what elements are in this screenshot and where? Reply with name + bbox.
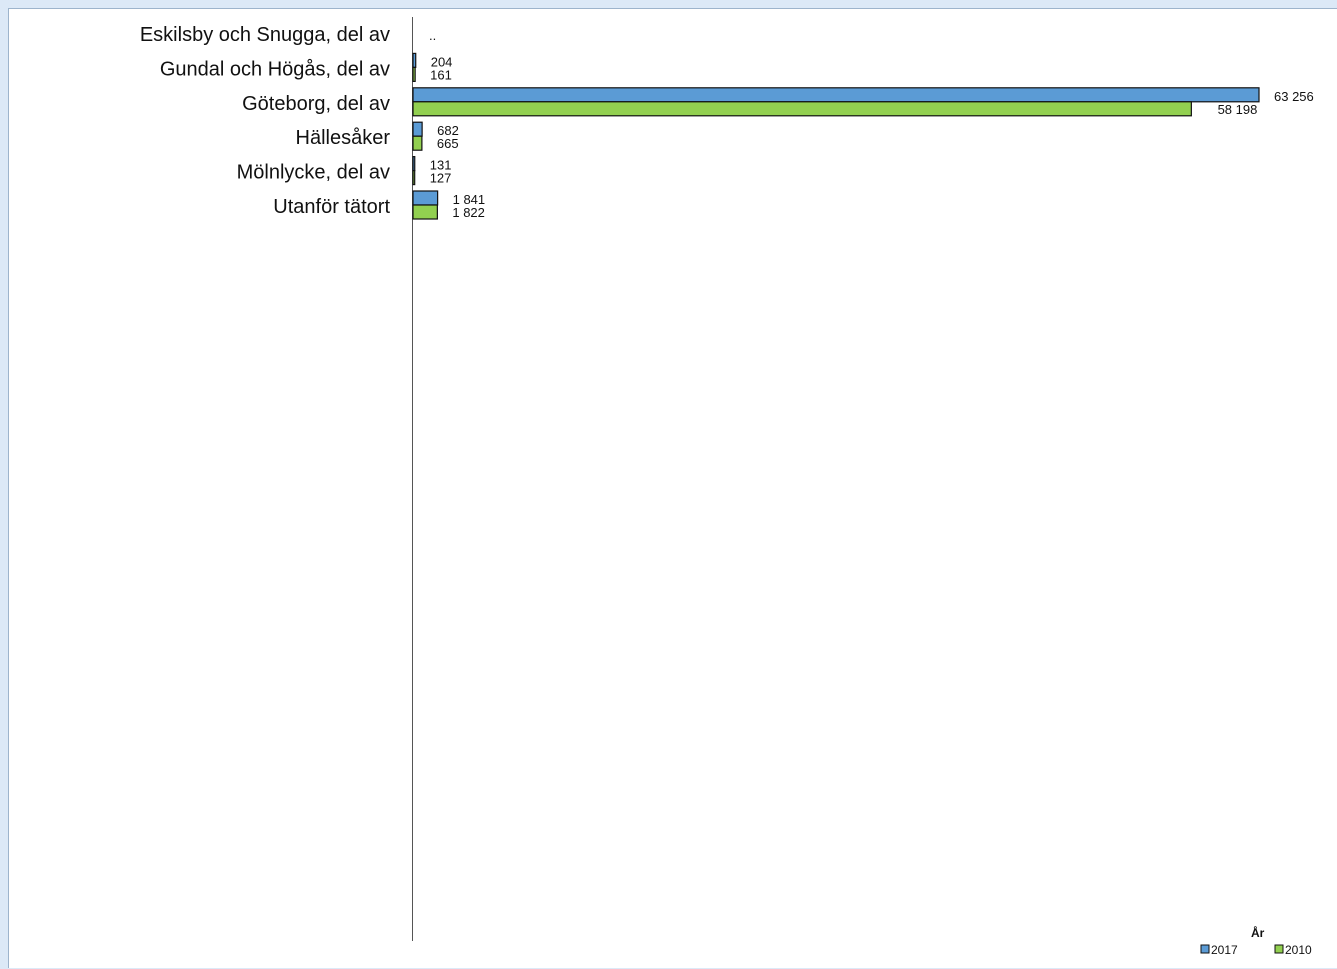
- data-label-2010: 58 198: [1218, 102, 1258, 117]
- legend-swatch-2010: [1274, 944, 1284, 954]
- bar-2017: [412, 52, 417, 69]
- bar-2010: [412, 101, 1192, 117]
- bars-layer: Eskilsby och Snugga, del av .. Gundal och …: [140, 24, 1314, 220]
- category-label: Utanför tätort: [273, 196, 390, 218]
- data-label-2010: 665: [437, 136, 459, 151]
- category-label: Eskilsby och Snugga, del av: [140, 24, 390, 46]
- bar-2017: [412, 121, 423, 137]
- category-label: Mölnlycke, del av: [237, 162, 390, 184]
- legend-label-2017: 2017: [1211, 943, 1238, 957]
- legend-title: År: [1251, 925, 1265, 940]
- bar-chart: Eskilsby och Snugga, del av .. Gundal och …: [140, 17, 1314, 957]
- data-label-2010: 127: [430, 171, 452, 186]
- data-label-2017: ..: [429, 28, 436, 43]
- bar-2010: [412, 66, 416, 83]
- bar-2010: [412, 204, 438, 220]
- legend-swatch-2017: [1200, 944, 1210, 954]
- bar-2017: [412, 87, 1260, 103]
- data-label-2010: 1 822: [452, 205, 485, 220]
- bar-2010: [412, 135, 423, 151]
- chart-frame: Eskilsby och Snugga, del av.. Gundal och …: [8, 8, 1337, 968]
- category-label: Göteborg, del av: [242, 93, 390, 115]
- legend-items: 2017 2010: [1200, 943, 1312, 957]
- category-label: Gundal och Högås, del av: [160, 58, 390, 80]
- legend: År 2017 2010: [1200, 925, 1312, 957]
- legend-label-2010: 2010: [1285, 943, 1312, 957]
- bar-2017: [412, 156, 416, 172]
- data-label-2010: 161: [430, 67, 452, 82]
- data-label-2017: 63 256: [1274, 89, 1314, 104]
- category-label: Hällesåker: [296, 127, 391, 149]
- bar-2017: [412, 190, 439, 206]
- bar-2010: [412, 170, 416, 186]
